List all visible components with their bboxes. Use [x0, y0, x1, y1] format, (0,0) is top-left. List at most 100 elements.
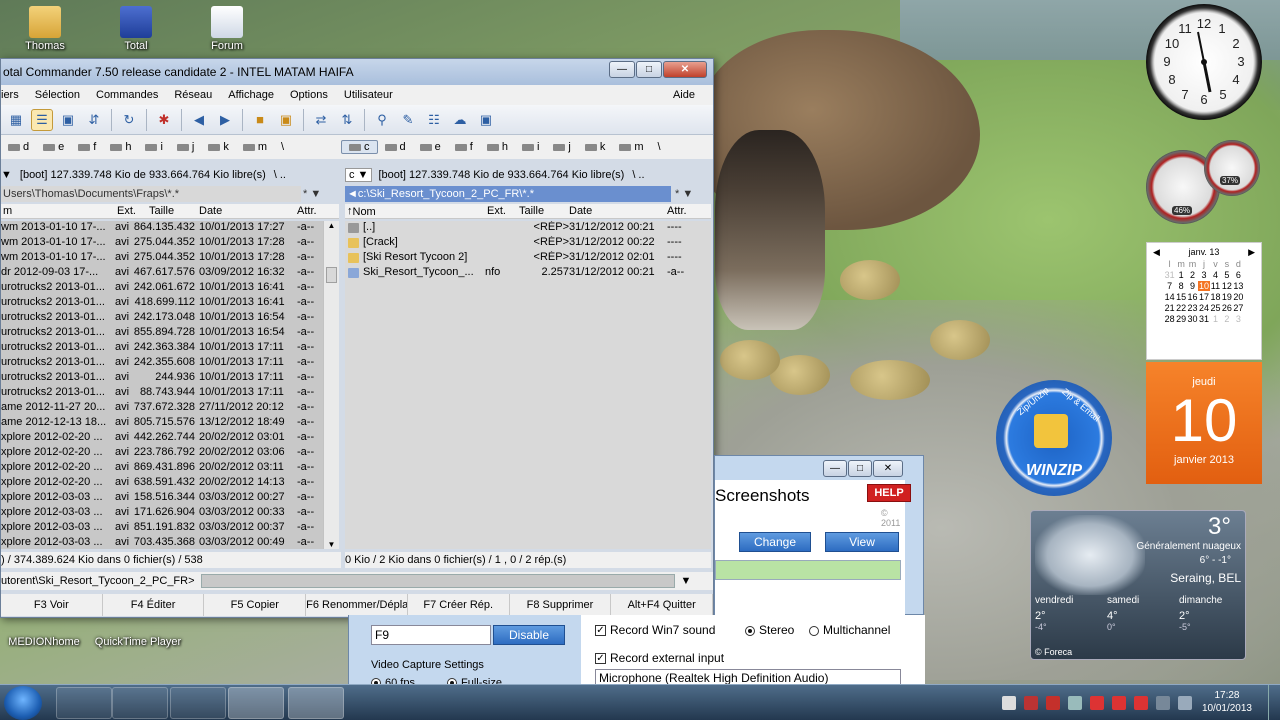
calendar-day[interactable]: 22 — [1175, 303, 1186, 313]
calendar-day[interactable]: 17 — [1198, 292, 1209, 302]
f7-mkdir-button[interactable]: F7 Créer Rép. — [408, 594, 510, 616]
file-row[interactable]: Ski_Resort_Tycoon_... nfo 2.257 31/12/2012 … — [345, 266, 711, 281]
calendar-day[interactable]: 28 — [1164, 314, 1175, 324]
fraps-tray-icon[interactable] — [1024, 696, 1038, 710]
refresh-icon[interactable]: ↻ — [118, 109, 140, 131]
column-attr[interactable]: Attr. — [297, 205, 317, 217]
fraps-close-button[interactable]: ✕ — [873, 460, 903, 477]
calendar-day[interactable]: 2 — [1187, 270, 1198, 280]
drive-button-e[interactable]: e — [36, 141, 71, 153]
file-row[interactable]: dr 2012-09-03 17-... avi 467.617.576 03/09/… — [1, 266, 323, 281]
calendar-day[interactable]: 16 — [1187, 292, 1198, 302]
drive-button-h[interactable]: h — [103, 141, 138, 153]
file-row[interactable]: urotrucks2 2013-01... avi 242.355.608 10/01… — [1, 356, 323, 371]
column-date[interactable]: Date — [199, 205, 222, 217]
show-desktop-button[interactable] — [1268, 685, 1280, 720]
stereo-radio[interactable]: Stereo — [745, 623, 794, 637]
record-win7-checkbox[interactable]: ✓ Record Win7 sound — [595, 623, 715, 637]
calendar-day[interactable]: 10 — [1198, 281, 1210, 291]
drive-button-k[interactable]: k — [201, 141, 236, 153]
sort-icon[interactable]: ⇵ — [83, 109, 105, 131]
calendar-day[interactable]: 13 — [1233, 281, 1244, 291]
minimize-button[interactable]: — — [609, 61, 635, 78]
next-month-icon[interactable]: ▶ — [1248, 247, 1255, 258]
disable-button[interactable]: Disable — [493, 625, 565, 645]
unpack-icon[interactable]: ▣ — [275, 109, 297, 131]
maximize-button[interactable]: □ — [636, 61, 662, 78]
calendar-day[interactable]: 3 — [1233, 314, 1244, 324]
file-row[interactable]: [Crack] <RÉP> 31/12/2012 00:22 ---- — [345, 236, 711, 251]
start-button[interactable] — [4, 686, 42, 720]
calendar-day[interactable]: 3 — [1198, 270, 1209, 280]
fraps-maximize-button[interactable]: □ — [848, 460, 872, 477]
left-scrollbar[interactable]: ▲ ▼ — [323, 221, 339, 549]
menu-commandes[interactable]: Commandes — [88, 89, 166, 101]
volume-icon[interactable] — [1002, 696, 1016, 710]
file-row[interactable]: urotrucks2 2013-01... avi 242.363.384 10/01… — [1, 341, 323, 356]
f5-copy-button[interactable]: F5 Copier — [204, 594, 307, 616]
file-row[interactable]: xplore 2012-02-20 ... avi 442.262.744 20/02… — [1, 431, 323, 446]
column-date[interactable]: Date — [569, 205, 592, 217]
calendar-day[interactable]: 19 — [1221, 292, 1232, 302]
calendar-day[interactable]: 21 — [1164, 303, 1175, 313]
drive-button-i[interactable]: i — [515, 140, 546, 154]
antivirus-tray-icon[interactable] — [1046, 696, 1060, 710]
file-row[interactable]: [..] <RÉP> 31/12/2012 00:21 ---- — [345, 221, 711, 236]
desktop-icon-medion[interactable]: MEDIONhome — [4, 636, 84, 648]
right-nav-buttons[interactable]: \ .. — [632, 169, 644, 181]
app-tray-icon[interactable] — [1112, 696, 1126, 710]
file-row[interactable]: wm 2013-01-10 17-... avi 275.044.352 10/01/… — [1, 236, 323, 251]
select-icon[interactable]: ✱ — [153, 109, 175, 131]
chrome-taskbar-icon[interactable] — [170, 687, 226, 719]
drive-button-c[interactable]: c — [341, 140, 378, 154]
file-row[interactable]: ame 2012-12-13 18... avi 805.715.576 13/12/… — [1, 416, 323, 431]
menu-fichiers[interactable]: iers — [1, 89, 27, 101]
file-row[interactable]: urotrucks2 2013-01... avi 855.894.728 10/01… — [1, 326, 323, 341]
drive-button-root[interactable]: \ — [651, 140, 668, 154]
clock-gadget[interactable]: 12 1 2 3 4567 8 9 10 11 — [1146, 4, 1262, 120]
network-tray-icon[interactable] — [1068, 696, 1082, 710]
drive-button-k[interactable]: k — [578, 140, 613, 154]
right-path-buttons[interactable]: * ▼ — [673, 186, 711, 202]
calendar-day[interactable]: 4 — [1210, 270, 1221, 280]
column-ext[interactable]: Ext. — [117, 205, 136, 217]
winzip-gadget[interactable]: Zip/Unzip Zip & Email WINZIP — [996, 380, 1112, 496]
file-row[interactable]: xplore 2012-02-20 ... avi 869.431.896 20/02… — [1, 461, 323, 476]
menu-selection[interactable]: Sélection — [27, 89, 88, 101]
menu-affichage[interactable]: Affichage — [220, 89, 282, 101]
calendar-day[interactable]: 12 — [1221, 281, 1232, 291]
file-row[interactable]: urotrucks2 2013-01... avi 244.936 10/01/201… — [1, 371, 323, 386]
f8-delete-button[interactable]: F8 Supprimer — [510, 594, 612, 616]
calendar-day[interactable]: 1 — [1175, 270, 1186, 280]
forward-arrow-icon[interactable]: ▶ — [214, 109, 236, 131]
calendar-day[interactable]: 14 — [1164, 292, 1175, 302]
file-row[interactable]: xplore 2012-03-03 ... avi 171.626.904 03/03… — [1, 506, 323, 521]
fraps-taskbar-icon[interactable] — [228, 687, 284, 719]
file-row[interactable]: xplore 2012-02-20 ... avi 223.786.792 20/02… — [1, 446, 323, 461]
column-name[interactable]: m — [3, 205, 12, 217]
drive-button-j[interactable]: j — [170, 141, 201, 153]
drive-button-f[interactable]: f — [448, 140, 480, 154]
scroll-down-icon[interactable]: ▼ — [324, 540, 339, 549]
left-path-buttons[interactable]: * ▼ — [301, 186, 341, 202]
menu-reseau[interactable]: Réseau — [166, 89, 220, 101]
right-path[interactable]: ◄ c:\Ski_Resort_Tycoon_2_PC_FR\*.* — [345, 186, 671, 202]
hotkey-field[interactable]: F9 — [371, 625, 491, 645]
column-ext[interactable]: Ext. — [487, 205, 506, 217]
desktop-icon-forum[interactable]: Forum — [192, 6, 262, 52]
command-history-dropdown[interactable]: ▼ — [681, 575, 692, 587]
thumbnail-icon[interactable]: ▣ — [57, 109, 79, 131]
command-input[interactable] — [200, 574, 675, 588]
file-row[interactable]: xplore 2012-03-03 ... avi 158.516.344 03/03… — [1, 491, 323, 506]
file-row[interactable]: xplore 2012-03-03 ... avi 851.191.832 03/03… — [1, 521, 323, 536]
media-player-taskbar-icon[interactable] — [112, 687, 168, 719]
multichannel-radio[interactable]: Multichannel — [809, 623, 890, 637]
notepad-icon[interactable]: ▣ — [475, 109, 497, 131]
calendar-day[interactable]: 15 — [1175, 292, 1186, 302]
calendar-day[interactable]: 20 — [1233, 292, 1244, 302]
fraps-minimize-button[interactable]: — — [823, 460, 847, 477]
calendar-day[interactable]: 6 — [1233, 270, 1244, 280]
file-row[interactable]: urotrucks2 2013-01... avi 88.743.944 10/01/… — [1, 386, 323, 401]
column-name[interactable]: ↑ Nom — [347, 205, 376, 218]
calendar-day[interactable]: 24 — [1198, 303, 1209, 313]
